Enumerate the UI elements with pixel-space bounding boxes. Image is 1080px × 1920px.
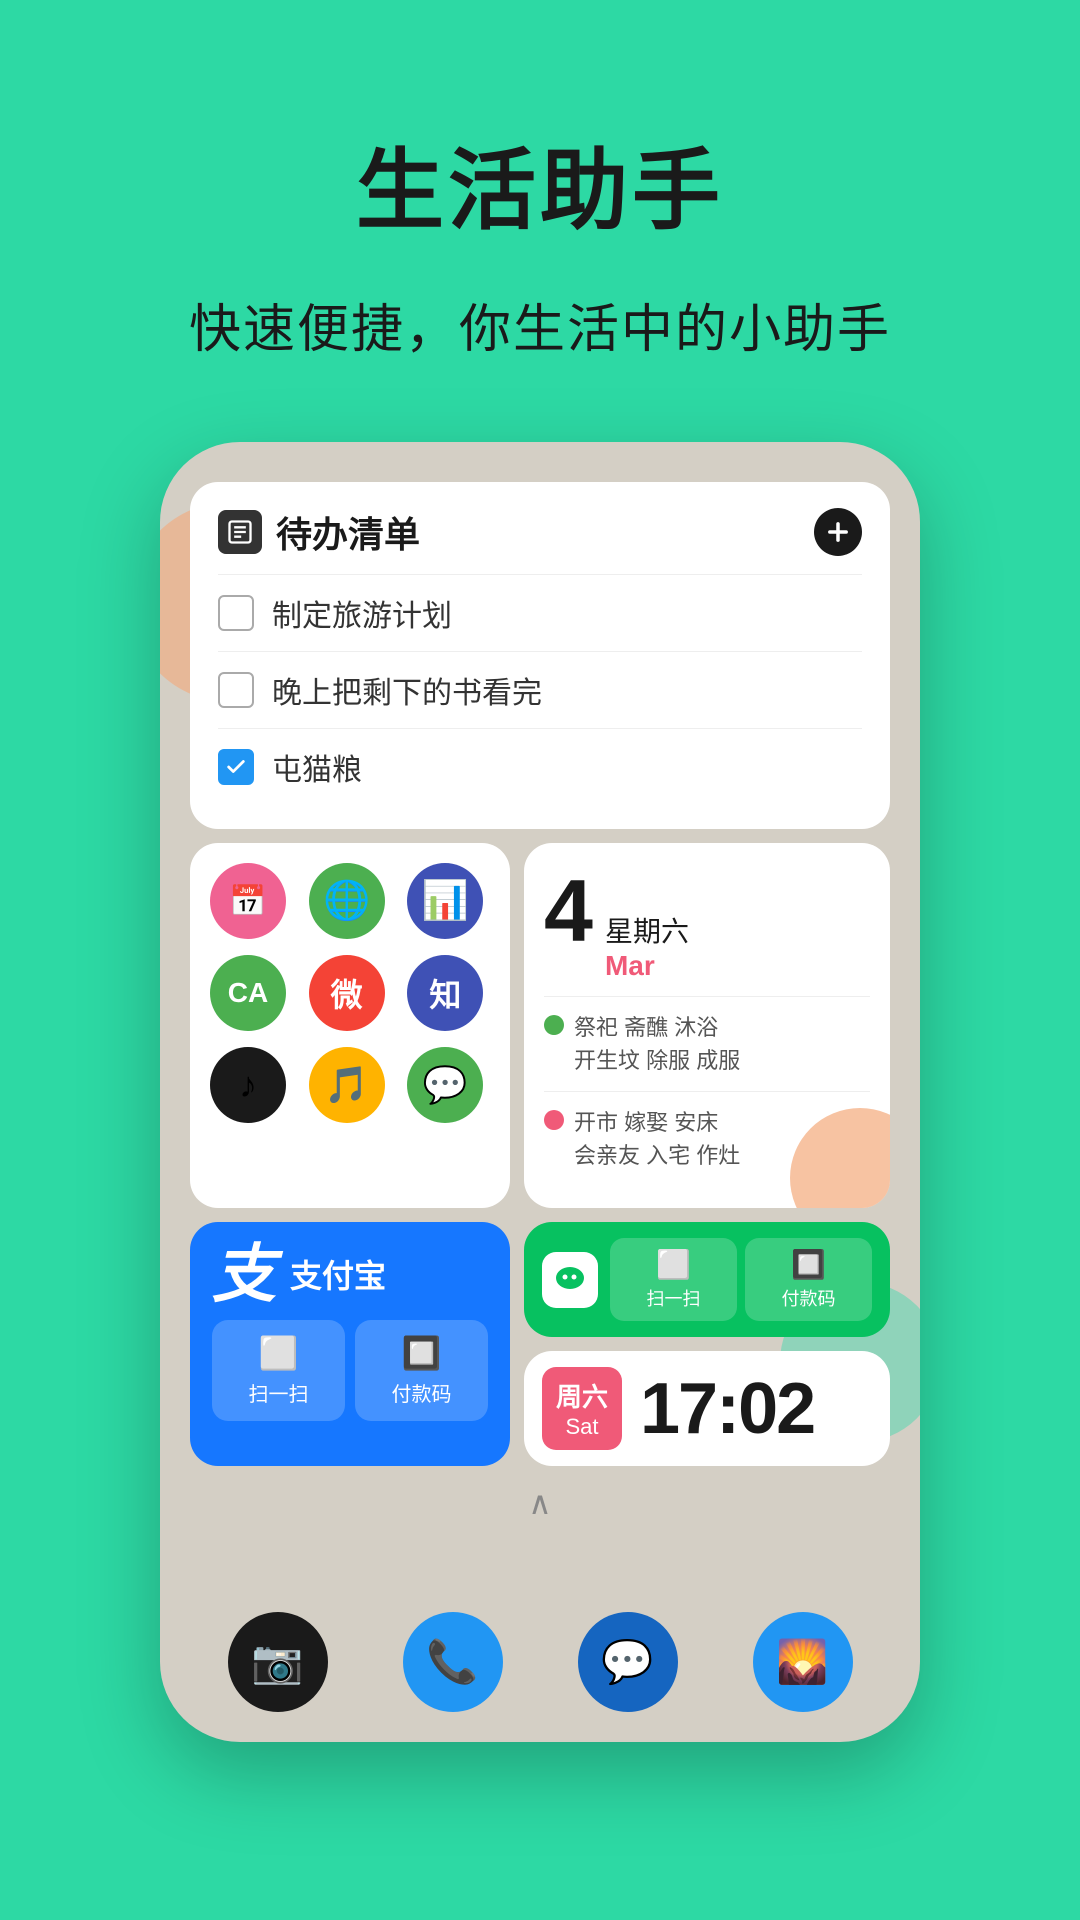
todo-text-1: 制定旅游计划 [272, 591, 452, 635]
phone-mockup: 待办清单 制定旅游计划 晚上把剩下的书看完 屯猫粮 [160, 442, 920, 1742]
wechat-scan-button[interactable]: ⬜ 扫一扫 [610, 1238, 737, 1321]
app-wechat-grid[interactable]: 💬 [407, 1047, 483, 1123]
dock-messages[interactable]: 💬 [578, 1612, 678, 1712]
alipay-scan-label: 扫一扫 [249, 1378, 309, 1407]
calendar-widget: 4 星期六 Mar 祭祀 斋醮 沐浴开生坟 除服 成服 开市 嫁娶 安床会亲友 … [524, 843, 890, 1208]
cal-month: Mar [605, 950, 689, 982]
wechat-pay-label: 付款码 [782, 1285, 836, 1311]
todo-item-1[interactable]: 制定旅游计划 [218, 574, 862, 651]
checkbox-1[interactable] [218, 595, 254, 631]
clock-widget: 周六 Sat 17:02 [524, 1351, 890, 1466]
right-column: ⬜ 扫一扫 🔲 付款码 周六 Sat 17:0 [524, 1222, 890, 1466]
cal-good-text: 祭祀 斋醮 沐浴开生坟 除服 成服 [574, 1011, 740, 1077]
alipay-scan-icon: ⬜ [259, 1334, 299, 1372]
app-tiktok[interactable]: ♪ [210, 1047, 286, 1123]
cal-day-info: 星期六 Mar [605, 910, 689, 982]
todo-add-button[interactable] [814, 508, 862, 556]
clock-time: 17:02 [640, 1368, 814, 1450]
alipay-name: 支付宝 [290, 1251, 386, 1297]
alipay-pay-button[interactable]: 🔲 付款码 [355, 1320, 488, 1421]
dock-camera[interactable]: 📷 [228, 1612, 328, 1712]
todo-text-3: 屯猫粮 [272, 745, 362, 789]
alipay-actions: ⬜ 扫一扫 🔲 付款码 [212, 1320, 488, 1421]
app-analytics[interactable]: 📊 [407, 863, 483, 939]
alipay-pay-icon: 🔲 [402, 1334, 442, 1372]
app-media[interactable]: 📅 [210, 863, 286, 939]
dock-phone[interactable]: 📞 [403, 1612, 503, 1712]
todo-title-row: 待办清单 [218, 506, 420, 558]
wechat-widget: ⬜ 扫一扫 🔲 付款码 [524, 1222, 890, 1337]
middle-row: 📅 🌐 📊 CA 微 知 ♪ 🎵 💬 4 星期六 [190, 843, 890, 1208]
alipay-pay-label: 付款码 [392, 1378, 452, 1407]
todo-header: 待办清单 [218, 506, 862, 558]
alipay-widget: 支 支付宝 ⬜ 扫一扫 🔲 付款码 [190, 1222, 510, 1466]
chevron-row: ∧ [190, 1480, 890, 1526]
wechat-logo [542, 1252, 598, 1308]
todo-item-3[interactable]: 屯猫粮 [218, 728, 862, 805]
cal-date-number: 4 [544, 867, 593, 955]
todo-widget: 待办清单 制定旅游计划 晚上把剩下的书看完 屯猫粮 [190, 482, 890, 829]
clock-dayname: Sat [565, 1414, 598, 1440]
cal-good-dot [544, 1015, 564, 1035]
cal-divider-2 [544, 1091, 870, 1092]
checkbox-2[interactable] [218, 672, 254, 708]
apps-widget: 📅 🌐 📊 CA 微 知 ♪ 🎵 💬 [190, 843, 510, 1208]
todo-item-2[interactable]: 晚上把剩下的书看完 [218, 651, 862, 728]
wechat-actions: ⬜ 扫一扫 🔲 付款码 [610, 1238, 872, 1321]
todo-text-2: 晚上把剩下的书看完 [272, 668, 542, 712]
app-zhihu[interactable]: 知 [407, 955, 483, 1031]
cal-good-events: 祭祀 斋醮 沐浴开生坟 除服 成服 [544, 1011, 870, 1077]
alipay-top: 支 支付宝 [212, 1242, 488, 1306]
dock: 📷 📞 💬 🌄 [190, 1612, 890, 1712]
apps-grid: 📅 🌐 📊 CA 微 知 ♪ 🎵 💬 [210, 863, 490, 1123]
cal-bad-text: 开市 嫁娶 安床会亲友 入宅 作灶 [574, 1106, 740, 1172]
bottom-section: 支 支付宝 ⬜ 扫一扫 🔲 付款码 [190, 1222, 890, 1466]
alipay-logo: 支 [212, 1242, 276, 1306]
app-ca[interactable]: CA [210, 955, 286, 1031]
page: 生活助手 快速便捷，你生活中的小助手 待办清单 制定旅游计划 [0, 0, 1080, 1920]
todo-title-label: 待办清单 [276, 506, 420, 558]
app-chrome[interactable]: 🌐 [309, 863, 385, 939]
cal-date-row: 4 星期六 Mar [544, 867, 870, 982]
clock-day-badge: 周六 Sat [542, 1367, 622, 1450]
checkbox-3[interactable] [218, 749, 254, 785]
app-weibo[interactable]: 微 [309, 955, 385, 1031]
wechat-pay-button[interactable]: 🔲 付款码 [745, 1238, 872, 1321]
clock-weekday: 周六 [556, 1377, 608, 1414]
alipay-scan-button[interactable]: ⬜ 扫一扫 [212, 1320, 345, 1421]
wechat-scan-icon: ⬜ [656, 1248, 691, 1281]
page-title: 生活助手 [356, 120, 724, 247]
wechat-pay-icon: 🔲 [791, 1248, 826, 1281]
cal-weekday: 星期六 [605, 910, 689, 950]
wechat-scan-label: 扫一扫 [647, 1285, 701, 1311]
app-music[interactable]: 🎵 [309, 1047, 385, 1123]
page-subtitle: 快速便捷，你生活中的小助手 [189, 287, 891, 362]
todo-list-icon [218, 510, 262, 554]
cal-divider-1 [544, 996, 870, 997]
dock-photos[interactable]: 🌄 [753, 1612, 853, 1712]
chevron-up-icon: ∧ [528, 1484, 551, 1522]
cal-bad-dot [544, 1110, 564, 1130]
